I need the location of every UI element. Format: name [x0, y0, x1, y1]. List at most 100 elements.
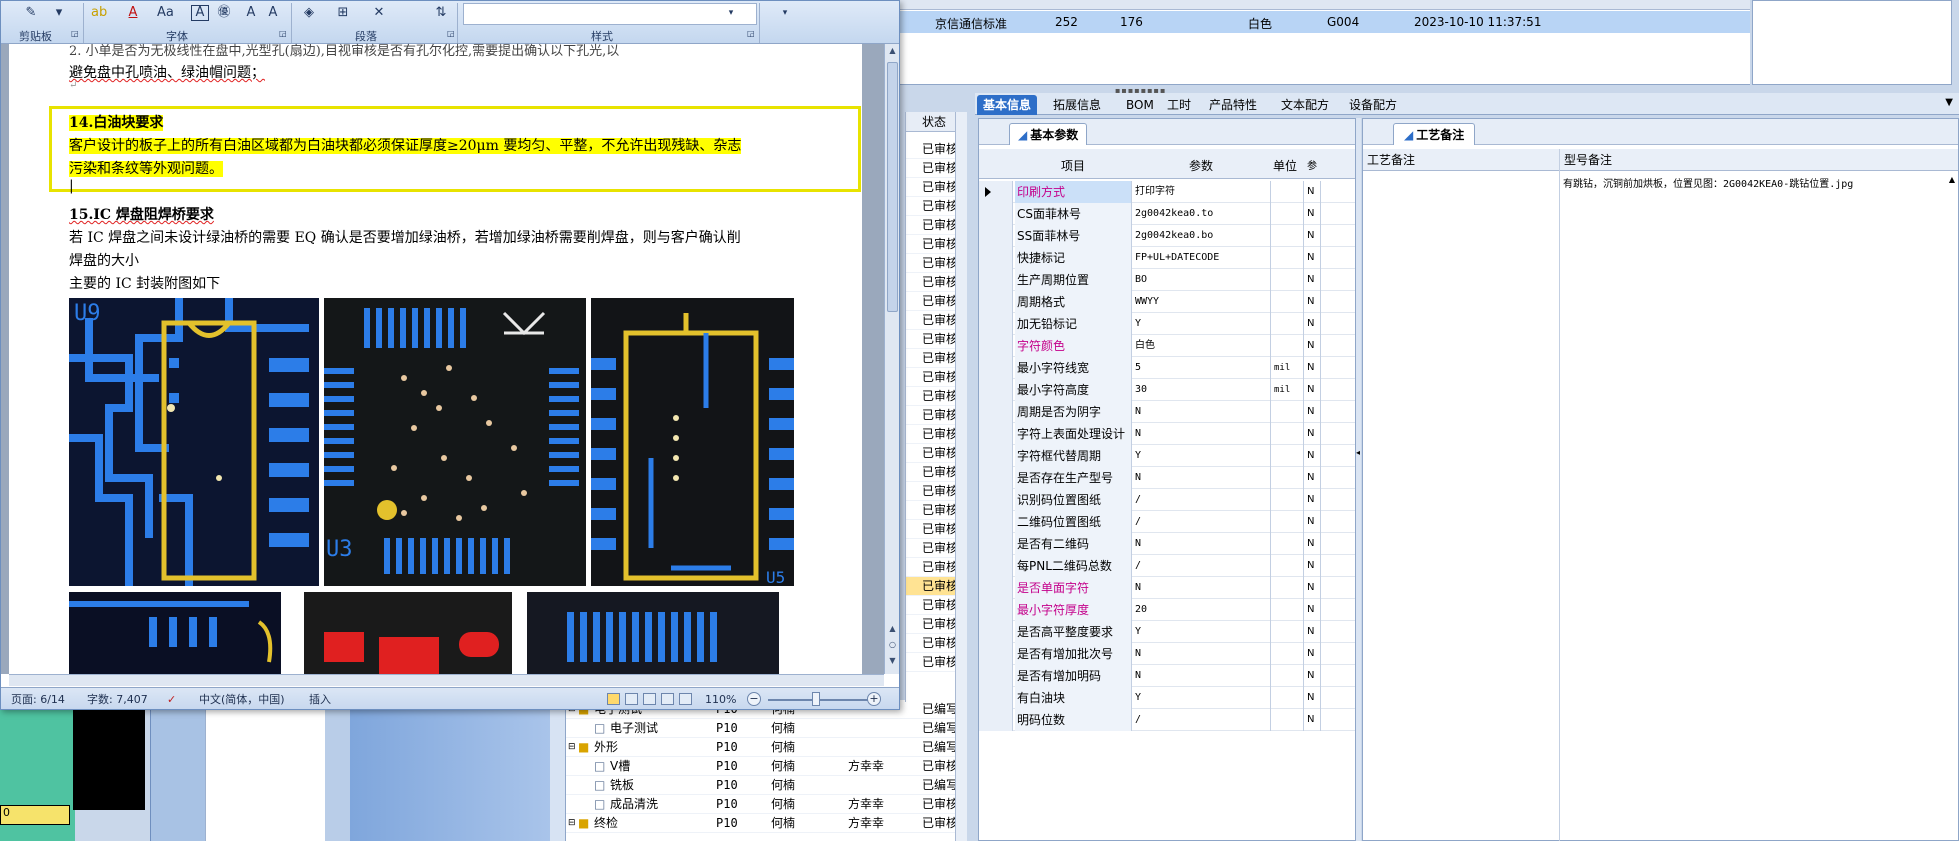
tabs-dropdown-icon[interactable]: ▼	[1945, 97, 1953, 108]
param-item[interactable]: 周期格式	[1015, 291, 1132, 313]
param-item[interactable]: 是否有二维码	[1015, 533, 1132, 555]
tab-5[interactable]: 文本配方	[1275, 95, 1335, 115]
editing-dropdown-icon[interactable]: ▾	[777, 3, 793, 23]
param-unit[interactable]	[1272, 489, 1304, 511]
param-flag[interactable]: N	[1305, 401, 1321, 423]
insert-mode[interactable]: 插入	[309, 689, 331, 709]
param-row[interactable]: 印刷方式 打印字符 N	[979, 181, 1355, 203]
param-flag[interactable]: N	[1305, 181, 1321, 203]
pcb-image-4[interactable]	[69, 592, 281, 674]
param-item[interactable]: 最小字符厚度	[1015, 599, 1132, 621]
tab-4[interactable]: 产品特性	[1203, 95, 1263, 115]
param-row[interactable]: 快捷标记 FP+UL+DATECODE N	[979, 247, 1355, 269]
param-unit[interactable]	[1272, 203, 1304, 225]
param-unit[interactable]	[1272, 335, 1304, 357]
param-value[interactable]: N	[1133, 533, 1271, 555]
param-unit[interactable]	[1272, 225, 1304, 247]
param-unit[interactable]	[1272, 533, 1304, 555]
param-unit[interactable]	[1272, 313, 1304, 335]
param-value[interactable]: /	[1133, 709, 1271, 731]
param-flag[interactable]: N	[1305, 511, 1321, 533]
row-selector[interactable]	[979, 423, 1013, 445]
param-value[interactable]: /	[1133, 489, 1271, 511]
param-value[interactable]: 30	[1133, 379, 1271, 401]
param-unit[interactable]	[1272, 247, 1304, 269]
param-flag[interactable]: N	[1305, 357, 1321, 379]
param-unit[interactable]	[1272, 291, 1304, 313]
param-value[interactable]: N	[1133, 423, 1271, 445]
param-unit[interactable]	[1272, 555, 1304, 577]
gallery-more-icon[interactable]: ▾	[723, 3, 739, 23]
param-value[interactable]: N	[1133, 467, 1271, 489]
enclose-char-icon[interactable]: ㊝	[216, 3, 232, 23]
param-unit[interactable]	[1272, 643, 1304, 665]
param-row[interactable]: 是否有二维码 N N	[979, 533, 1355, 555]
param-flag[interactable]: N	[1305, 643, 1321, 665]
shading-icon[interactable]: ◈	[301, 3, 317, 23]
param-value[interactable]: 2g0042kea0.to	[1133, 203, 1271, 225]
language-indicator[interactable]: 中文(简体，中国)	[199, 689, 285, 709]
param-flag[interactable]: N	[1305, 599, 1321, 621]
param-row[interactable]: 周期格式 WWYY N	[979, 291, 1355, 313]
param-item[interactable]: 是否单面字符	[1015, 577, 1132, 599]
row-selector[interactable]	[979, 621, 1013, 643]
row-selector[interactable]	[979, 313, 1013, 335]
param-row[interactable]: 是否高平整度要求 Y N	[979, 621, 1355, 643]
param-flag[interactable]: N	[1305, 665, 1321, 687]
param-flag[interactable]: N	[1305, 269, 1321, 291]
view-fullscreen-button[interactable]	[625, 693, 638, 705]
tree-row[interactable]: ⊟ ■ 终检 P10 何楠 方幸幸 已审核	[566, 814, 958, 833]
param-value[interactable]: 白色	[1133, 335, 1271, 357]
view-outline-button[interactable]	[661, 693, 674, 705]
tab-basic-params[interactable]: ◢ 基本参数	[1009, 123, 1088, 145]
row-selector[interactable]	[979, 599, 1013, 621]
param-item[interactable]: 是否有增加明码	[1015, 665, 1132, 687]
row-selector[interactable]	[979, 533, 1013, 555]
tab-1[interactable]: 拓展信息	[1047, 95, 1107, 115]
row-selector[interactable]	[979, 665, 1013, 687]
param-unit[interactable]	[1272, 511, 1304, 533]
param-row[interactable]: 是否有增加明码 N N	[979, 665, 1355, 687]
document-page[interactable]: 2. 小单是否为无极线性在盘中,光型孔(扇边),目视审核是否有孔尔化控,需要提出…	[9, 44, 862, 674]
param-value[interactable]: 2g0042kea0.bo	[1133, 225, 1271, 247]
status-scrollbar[interactable]	[955, 112, 967, 841]
row-selector[interactable]	[979, 269, 1013, 291]
expand-icon[interactable]: ⊟	[568, 738, 576, 757]
param-item[interactable]: 周期是否为阴字	[1015, 401, 1132, 423]
param-value[interactable]: 打印字符	[1133, 181, 1271, 203]
scroll-up-icon[interactable]: ▲	[887, 46, 898, 60]
param-flag[interactable]: N	[1305, 709, 1321, 731]
row-selector[interactable]	[979, 335, 1013, 357]
param-value[interactable]: FP+UL+DATECODE	[1133, 247, 1271, 269]
scroll-thumb[interactable]	[887, 62, 898, 312]
param-row[interactable]: 字符上表面处理设计 N N	[979, 423, 1355, 445]
dialog-launcher-icon[interactable]: ◲	[279, 29, 287, 38]
model-note-cell[interactable]: 有跳钻，沉铜前加烘板，位置见图：2G0042KEA0-跳钻位置.jpg	[1563, 175, 1853, 190]
zoom-level[interactable]: 110%	[705, 689, 736, 709]
view-print-layout-button[interactable]	[607, 693, 620, 705]
param-item[interactable]: 有白油块	[1015, 687, 1132, 709]
row-selector[interactable]	[979, 577, 1013, 599]
param-unit[interactable]	[1272, 577, 1304, 599]
param-flag[interactable]: N	[1305, 555, 1321, 577]
param-row[interactable]: 周期是否为阴字 N N	[979, 401, 1355, 423]
dialog-launcher-icon[interactable]: ◲	[447, 29, 455, 38]
param-item[interactable]: 加无铅标记	[1015, 313, 1132, 335]
param-item[interactable]: 字符上表面处理设计	[1015, 423, 1132, 445]
param-unit[interactable]	[1272, 665, 1304, 687]
param-row[interactable]: CS面菲林号 2g0042kea0.to N	[979, 203, 1355, 225]
row-selector[interactable]	[979, 643, 1013, 665]
view-draft-button[interactable]	[679, 693, 692, 705]
param-value[interactable]: BO	[1133, 269, 1271, 291]
zoom-slider-thumb[interactable]	[812, 692, 820, 706]
panel-splitter[interactable]: ◂	[1356, 118, 1361, 841]
param-flag[interactable]: N	[1305, 577, 1321, 599]
row-selector[interactable]	[979, 291, 1013, 313]
param-row[interactable]: 最小字符线宽 5 mil N	[979, 357, 1355, 379]
row-selector[interactable]	[979, 511, 1013, 533]
paste-options-icon[interactable]: ▾	[51, 3, 67, 23]
param-unit[interactable]	[1272, 445, 1304, 467]
proofing-icon[interactable]: ✓	[167, 689, 176, 709]
param-value[interactable]: N	[1133, 643, 1271, 665]
header-item[interactable]: 项目	[1061, 157, 1085, 174]
